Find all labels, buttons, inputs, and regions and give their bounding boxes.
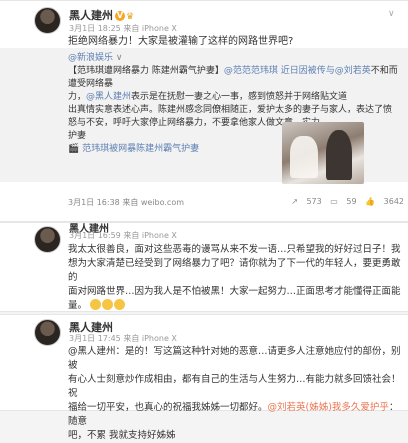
post-card-3: 黑人建州 3月1日 17:45 来自 iPhone X @黑人建州：是的！写这篇… bbox=[0, 314, 408, 441]
avatar[interactable] bbox=[34, 7, 61, 34]
video-link[interactable]: 🎬 范玮琪被网暴陈建州霸气护妻 bbox=[68, 144, 199, 154]
post-time: 3月1日 18:25 来自 iPhone X bbox=[69, 24, 177, 33]
wedding-photo[interactable] bbox=[282, 122, 364, 184]
post-card-2: 黑人建州 3月1日 16:59 来自 iPhone X 我太太很善良，面对这些恶… bbox=[0, 222, 408, 312]
post-card-1: 黑人建州 V ♛ ∨ 3月1日 18:25 来自 iPhone X 拒绝网络暴力！大… bbox=[0, 0, 408, 222]
emoji-icon bbox=[90, 299, 102, 310]
post-text: 拒绝网络暴力！大家是被灌输了这样的网路世界吧? bbox=[68, 36, 294, 47]
share-button[interactable]: ↗ 573 bbox=[291, 197, 322, 206]
chevron-down-icon[interactable]: ∨ bbox=[388, 9, 395, 19]
comment-button[interactable]: ▭ 59 bbox=[330, 197, 356, 206]
repost-box[interactable]: @新浪娱乐 ∨ 【范玮琪遭网络暴力 陈建州霸气护妻】@范范范玮琪 近日因被传与@… bbox=[0, 48, 408, 184]
repost-author-link[interactable]: @新浪娱乐 bbox=[68, 53, 113, 63]
avatar[interactable] bbox=[34, 226, 61, 253]
post-text: 我太太很善良，面对这些恶毒的谩骂从来不发一语…只希望我的好好过日子！我 想为大家… bbox=[68, 244, 401, 311]
chevron-down-icon[interactable]: ∨ bbox=[116, 53, 123, 63]
like-button[interactable]: 👍 3642 bbox=[365, 197, 404, 206]
verified-icon: V bbox=[115, 11, 125, 21]
post-time: 3月1日 16:59 来自 iPhone X bbox=[69, 231, 177, 240]
avatar[interactable] bbox=[34, 319, 61, 346]
repost-time: 3月1日 16:38 来自 weibo.com bbox=[68, 198, 185, 207]
emoji-icon bbox=[102, 299, 114, 310]
post-time: 3月1日 17:45 来自 iPhone X bbox=[69, 334, 177, 343]
author-name[interactable]: 黑人建州 V ♛ bbox=[69, 7, 134, 23]
post-text: @黑人建州：是的！写这篇这种针对她的恶意…请更多人注意她应付的部份，别被 有心人… bbox=[68, 346, 401, 441]
repost-actions: ↗ 573 ▭ 59 👍 3642 bbox=[285, 197, 404, 206]
emoji-icon bbox=[114, 299, 126, 310]
crown-icon: ♛ bbox=[126, 12, 135, 22]
